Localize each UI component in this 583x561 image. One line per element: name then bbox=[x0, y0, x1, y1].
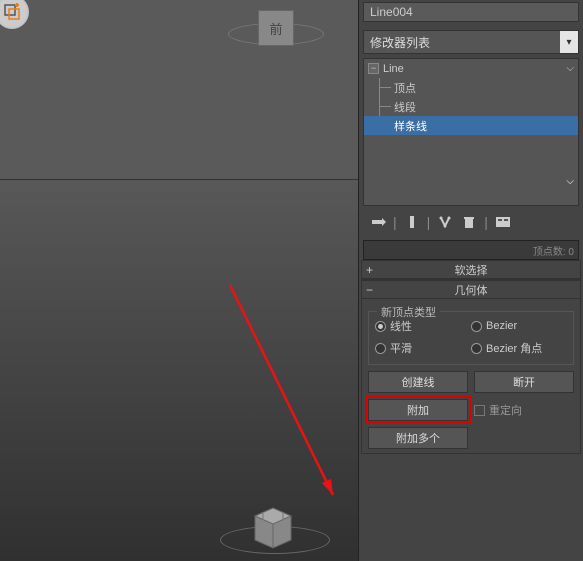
stack-toolbar: | | | bbox=[363, 210, 579, 234]
modifier-list-label: 修改器列表 bbox=[364, 34, 430, 51]
minus-icon: − bbox=[366, 283, 373, 297]
chevron-down-icon[interactable]: ▾ bbox=[560, 31, 578, 53]
rollout-geometry: − 几何体 新顶点类型 线性 Bezier 平滑 Bezier 角点 创建线 断… bbox=[361, 280, 581, 454]
stack-subitem-vertex[interactable]: 顶点 bbox=[364, 78, 578, 97]
radio-linear[interactable]: 线性 bbox=[375, 318, 471, 334]
modifier-stack[interactable]: ⌵ − Line 顶点 线段 样条线 ⌵ bbox=[363, 58, 579, 206]
break-button[interactable]: 断开 bbox=[474, 371, 574, 393]
rollout-header-soft[interactable]: + 软选择 bbox=[362, 261, 580, 279]
pin-stack-icon[interactable] bbox=[369, 213, 387, 231]
stack-subitem-spline[interactable]: 样条线 ⌵ bbox=[364, 116, 578, 135]
show-end-result-icon[interactable] bbox=[403, 213, 421, 231]
configure-sets-icon[interactable] bbox=[494, 213, 512, 231]
stack-collapse-icon[interactable]: ⌵ bbox=[566, 176, 574, 187]
reorient-checkbox[interactable] bbox=[474, 405, 485, 416]
attach-multiple-button[interactable]: 附加多个 bbox=[368, 427, 468, 449]
command-panel: Line004 修改器列表 ▾ ⌵ − Line 顶点 线段 样条线 ⌵ | |… bbox=[358, 0, 583, 561]
viewport-bottom[interactable] bbox=[0, 180, 358, 561]
rollout-title: 软选择 bbox=[455, 262, 488, 278]
stack-subitem-segment[interactable]: 线段 bbox=[364, 97, 578, 116]
radio-bezier[interactable]: Bezier bbox=[471, 318, 567, 334]
modifier-list-dropdown[interactable]: 修改器列表 ▾ bbox=[363, 30, 579, 54]
object-name-field[interactable]: Line004 bbox=[363, 2, 579, 22]
stack-item-line[interactable]: − Line bbox=[364, 59, 578, 78]
stack-item-label: 样条线 bbox=[394, 118, 427, 134]
group-title: 新顶点类型 bbox=[377, 304, 440, 320]
make-unique-icon[interactable] bbox=[436, 213, 454, 231]
rollout-header-geom[interactable]: − 几何体 bbox=[362, 281, 580, 299]
remove-modifier-icon[interactable] bbox=[460, 213, 478, 231]
plus-icon: + bbox=[366, 263, 373, 277]
rollout-title: 几何体 bbox=[455, 282, 488, 298]
viewport-object-cube[interactable] bbox=[245, 498, 301, 550]
attach-button[interactable]: 附加 bbox=[368, 399, 468, 421]
create-line-button[interactable]: 创建线 bbox=[368, 371, 468, 393]
reorient-label: 重定向 bbox=[489, 402, 522, 418]
minus-icon[interactable]: − bbox=[368, 63, 379, 74]
stack-item-label: Line bbox=[383, 63, 404, 75]
rollout-soft-selection: + 软选择 bbox=[361, 260, 581, 280]
vertex-count-display: 顶点数: 0 bbox=[363, 240, 579, 260]
radio-bezier-corner[interactable]: Bezier 角点 bbox=[471, 340, 567, 356]
radio-smooth[interactable]: 平滑 bbox=[375, 340, 471, 356]
new-vertex-type-group: 新顶点类型 线性 Bezier 平滑 Bezier 角点 bbox=[368, 311, 574, 365]
viewport[interactable]: 前 bbox=[0, 0, 358, 561]
viewcube-front[interactable]: 前 bbox=[258, 10, 294, 46]
